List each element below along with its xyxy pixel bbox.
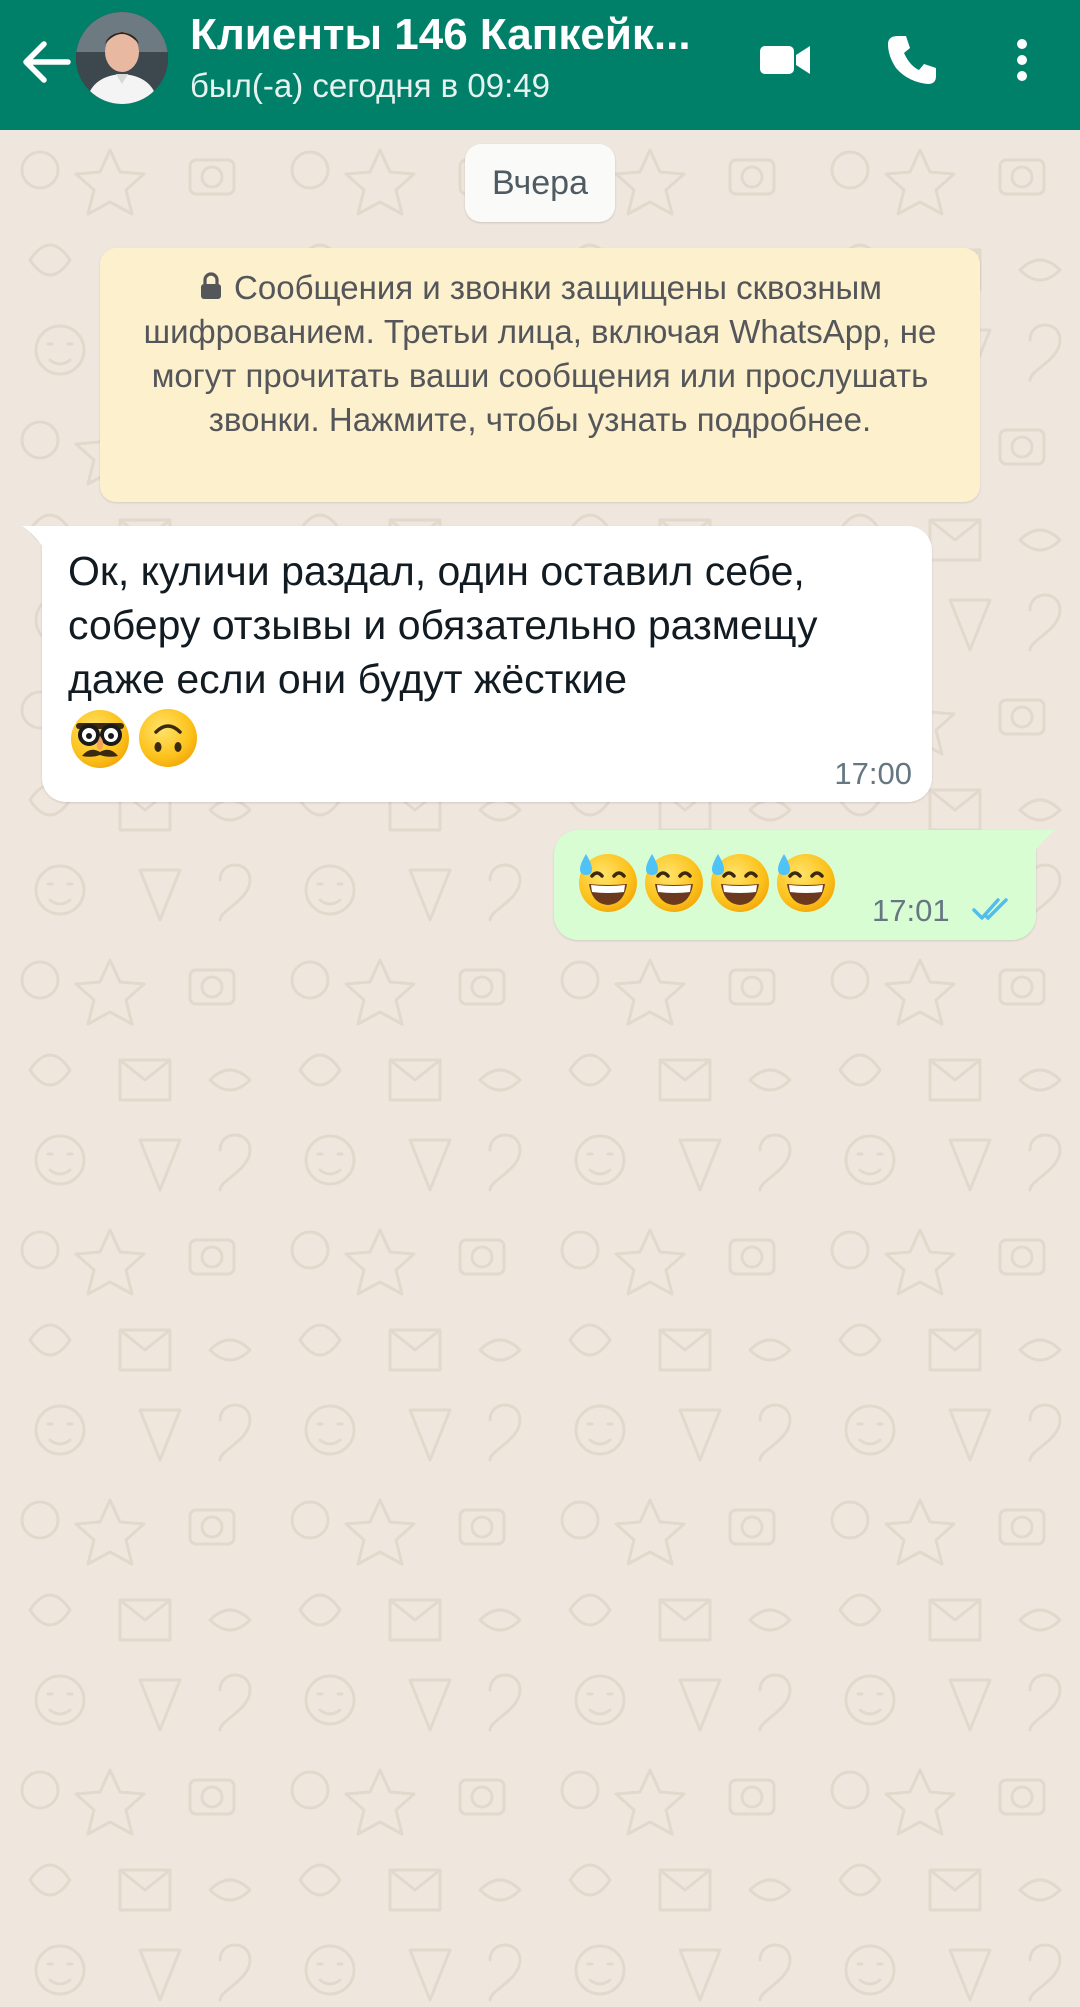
grinning-face-with-sweat-emoji: [642, 850, 706, 914]
grinning-face-with-sweat-emoji: [774, 850, 838, 914]
message-text: Ок, куличи раздал, один оставил себе, со…: [68, 548, 818, 702]
disguised-face-emoji: [68, 706, 132, 770]
message-incoming[interactable]: Ок, куличи раздал, один оставил себе, со…: [22, 526, 932, 802]
encryption-notice-text: Сообщения и звонки защищены сквозным шиф…: [143, 269, 937, 438]
message-time: 17:00: [834, 756, 912, 791]
lock-icon: [198, 268, 224, 299]
bubble-tail: [22, 526, 44, 548]
grinning-face-with-sweat-emoji: [576, 850, 640, 914]
read-receipt-icon: [972, 898, 1008, 920]
message-time: 17:01: [872, 893, 950, 928]
avatar[interactable]: [76, 12, 168, 104]
bubble-tail: [1034, 830, 1056, 852]
grinning-face-with-sweat-emoji: [708, 850, 772, 914]
message-emojis: [576, 850, 840, 920]
chat-area[interactable]: Вчера Сообщения и звонки защищены сквозн…: [0, 130, 1080, 2007]
video-call-icon[interactable]: [752, 28, 816, 92]
upside-down-face-emoji: [136, 706, 200, 770]
date-separator: Вчера: [465, 144, 615, 222]
back-arrow-icon[interactable]: [14, 30, 78, 94]
phone-icon[interactable]: [880, 28, 944, 92]
encryption-notice[interactable]: Сообщения и звонки защищены сквозным шиф…: [100, 248, 980, 502]
message-outgoing[interactable]: 17:01: [554, 830, 1056, 940]
last-seen-status[interactable]: был(-а) сегодня в 09:49: [190, 64, 550, 108]
more-vert-icon[interactable]: [990, 28, 1050, 92]
chat-title[interactable]: Клиенты 146 Капкейк...: [190, 8, 720, 62]
chat-header: Клиенты 146 Капкейк... был(-а) сегодня в…: [0, 0, 1080, 130]
